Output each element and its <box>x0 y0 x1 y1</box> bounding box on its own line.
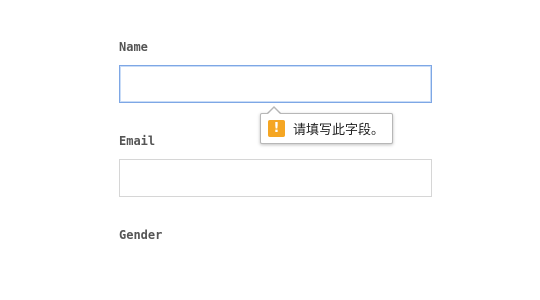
validation-tooltip: ! 请填写此字段。 <box>260 113 394 144</box>
email-label: Email <box>119 134 156 148</box>
gender-label: Gender <box>119 228 163 242</box>
name-label: Name <box>119 40 148 54</box>
warning-icon: ! <box>268 120 285 137</box>
tooltip-arrow-fill <box>267 108 281 115</box>
validation-message: 请填写此字段。 <box>293 123 385 138</box>
signup-form: Name ! 请填写此字段。 Email Gender <box>0 0 540 300</box>
name-input[interactable] <box>119 65 432 103</box>
email-input[interactable] <box>119 159 432 197</box>
